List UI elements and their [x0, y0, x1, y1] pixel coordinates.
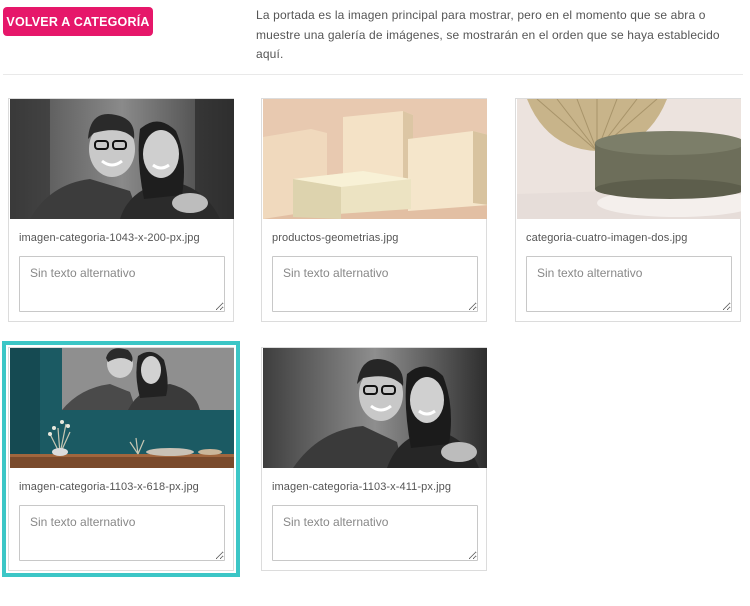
image-thumbnail[interactable] [517, 99, 741, 219]
alt-text-field[interactable] [19, 256, 225, 312]
image-thumbnail[interactable] [263, 99, 487, 219]
image-filename: imagen-categoria-1103-x-411-px.jpg [272, 481, 452, 493]
header-divider [3, 74, 743, 75]
gallery-image-card[interactable]: productos-geometrias.jpg [261, 98, 487, 322]
image-filename: categoria-cuatro-imagen-dos.jpg [526, 232, 688, 244]
image-thumbnail[interactable] [263, 348, 487, 468]
image-thumbnail[interactable] [10, 99, 234, 219]
gallery-order-help-text: La portada es la imagen principal para m… [256, 8, 720, 61]
gallery-image-card[interactable]: categoria-cuatro-imagen-dos.jpg [515, 98, 741, 322]
alt-text-field[interactable] [272, 505, 478, 561]
image-thumbnail[interactable] [10, 348, 234, 468]
gallery-image-card[interactable]: imagen-categoria-1043-x-200-px.jpg [8, 98, 234, 322]
image-filename: imagen-categoria-1103-x-618-px.jpg [19, 481, 199, 493]
alt-text-field[interactable] [19, 505, 225, 561]
alt-text-field[interactable] [526, 256, 732, 312]
image-filename: imagen-categoria-1043-x-200-px.jpg [19, 232, 200, 244]
image-filename: productos-geometrias.jpg [272, 232, 399, 244]
gallery-image-card[interactable]: imagen-categoria-1103-x-411-px.jpg [261, 347, 487, 571]
gallery-image-card-selected[interactable]: imagen-categoria-1103-x-618-px.jpg [2, 341, 240, 577]
back-to-category-button[interactable]: VOLVER A CATEGORÍA [3, 7, 153, 36]
alt-text-field[interactable] [272, 256, 478, 312]
